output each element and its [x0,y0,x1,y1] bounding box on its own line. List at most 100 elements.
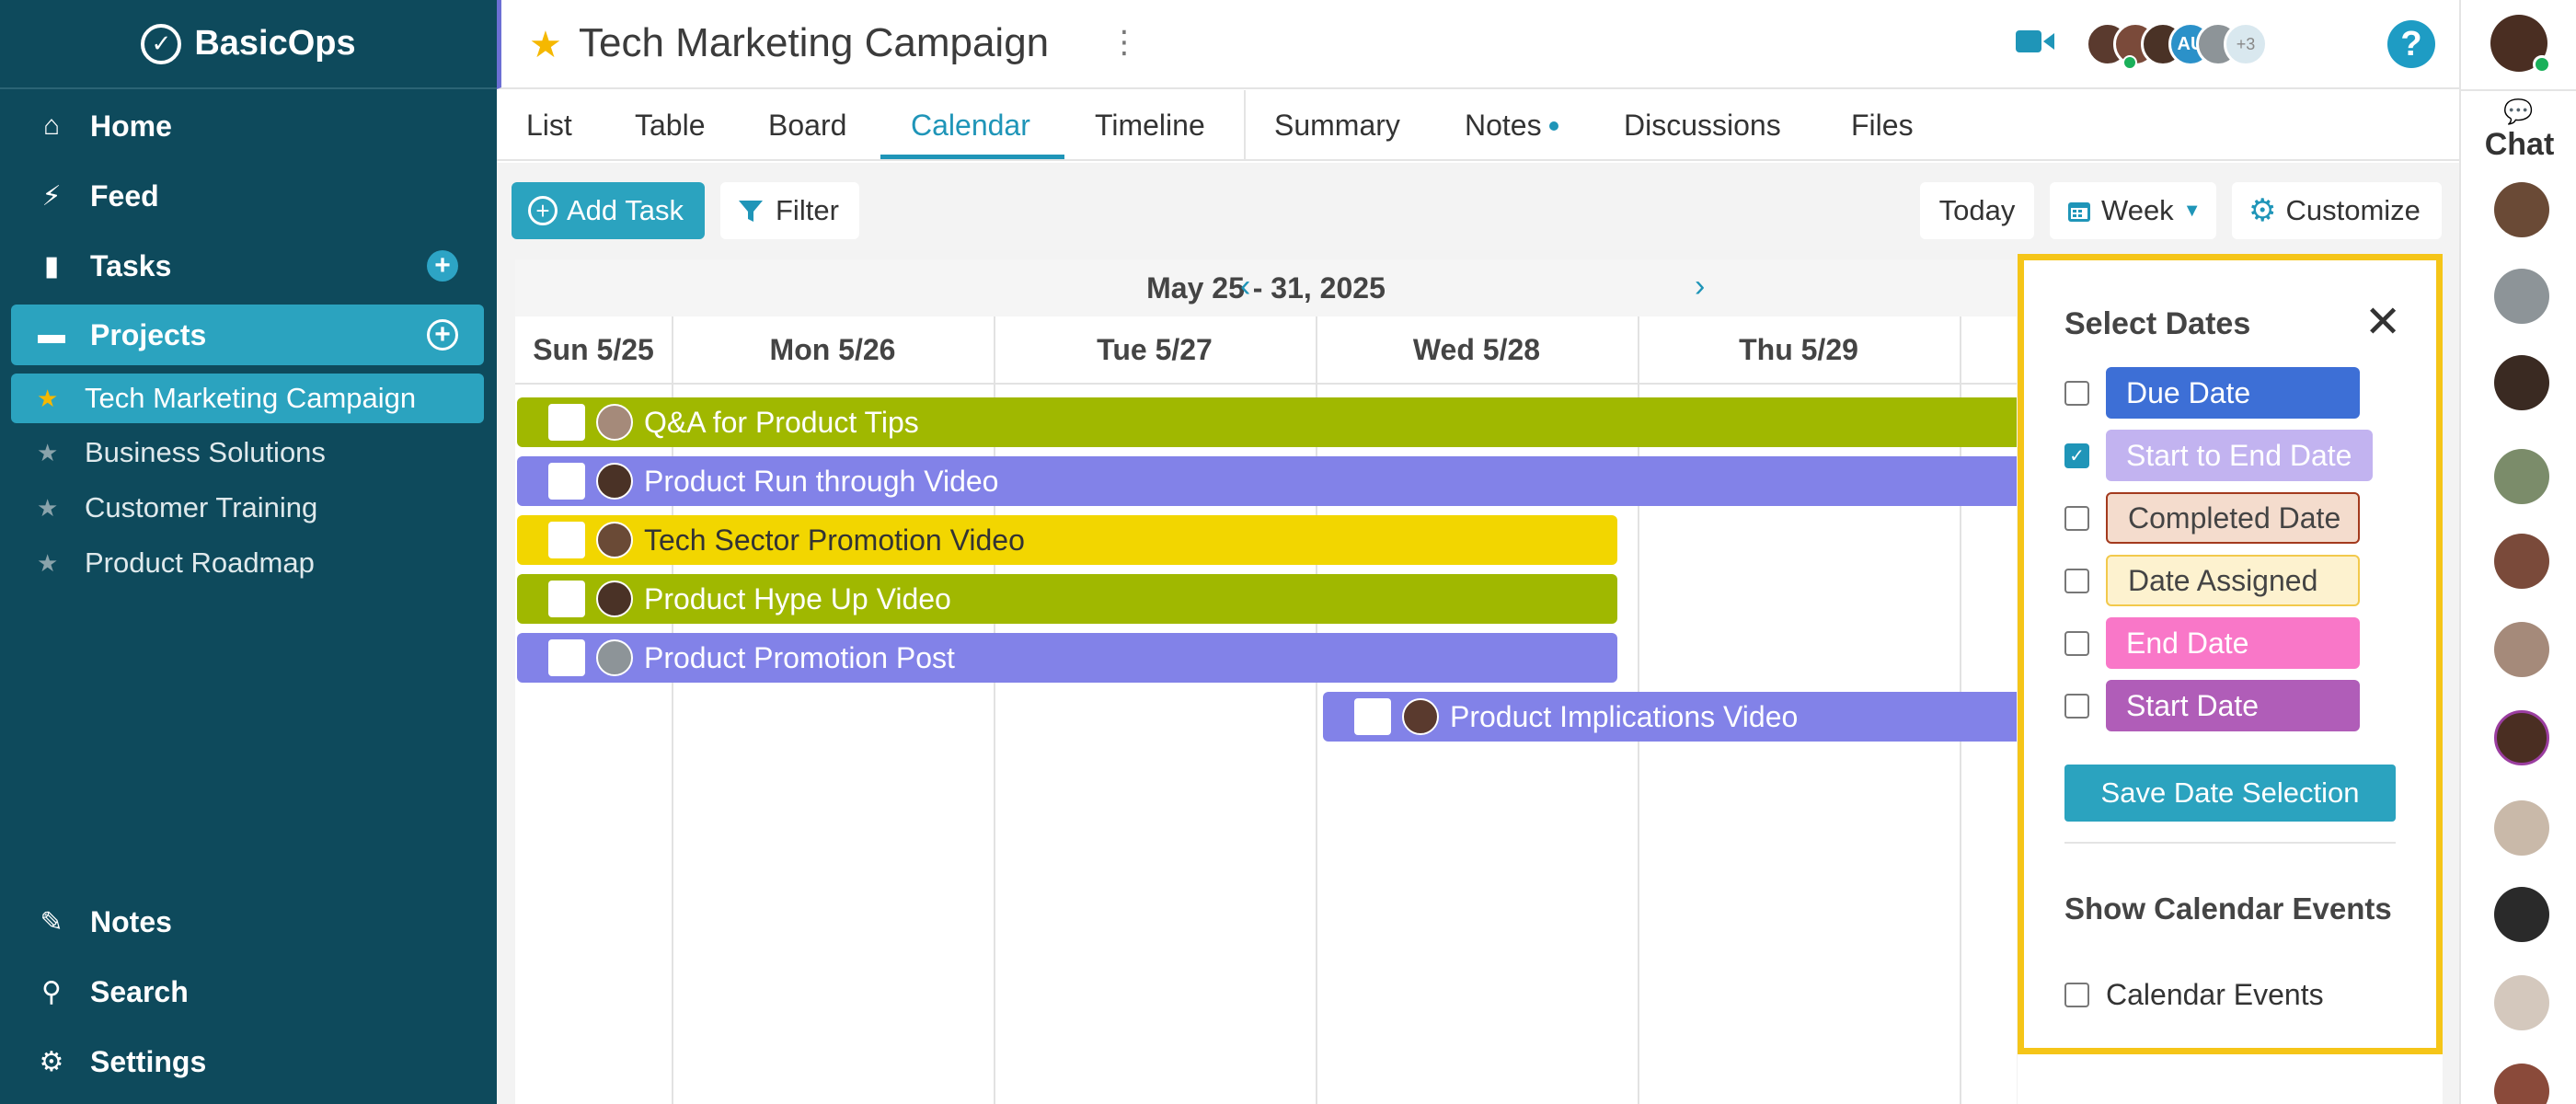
date-option-checkbox[interactable] [2064,693,2089,719]
date-option-due-date[interactable]: Due Date [2064,367,2360,419]
nav-feed[interactable]: ⚡ Feed [11,166,484,226]
project-header: ★ Tech Marketing Campaign ⋮ AU +3 ? [497,0,2459,89]
add-task-button[interactable]: + Add Task [512,182,705,239]
task-bar[interactable]: Q&A for Product Tips [517,397,2017,447]
task-bar[interactable]: Tech Sector Promotion Video [517,515,1617,565]
add-task-label: Add Task [567,194,684,226]
chat-label[interactable]: Chat [2461,127,2576,163]
date-option-checkbox[interactable] [2064,380,2089,406]
date-chip: Completed Date [2106,492,2360,544]
project-item-product-roadmap[interactable]: ★ Product Roadmap [11,538,484,588]
nav-tasks-label: Tasks [90,248,172,282]
chat-contact-avatar[interactable] [2494,534,2549,589]
calendar-events-checkbox[interactable] [2064,983,2089,1007]
save-date-selection-button[interactable]: Save Date Selection [2064,765,2396,822]
task-bar[interactable]: Product Run through Video [517,456,2017,506]
add-task-plus-icon[interactable]: + [427,250,458,282]
nav-notes[interactable]: ✎ Notes [11,891,484,952]
view-tabs: List Table Board Calendar Timeline Summa… [497,90,2459,161]
project-label: Business Solutions [85,436,326,468]
task-checkbox[interactable] [548,639,585,676]
date-option-start-date[interactable]: Start Date [2064,680,2360,731]
date-option-checkbox[interactable] [2064,505,2089,531]
tab-list[interactable]: List [526,90,572,161]
task-checkbox[interactable] [548,581,585,617]
chat-contact-avatar[interactable] [2494,710,2549,765]
plus-circle-icon: + [528,196,558,225]
day-header: Wed 5/28 [1412,332,1541,366]
task-checkbox[interactable] [548,463,585,500]
chat-contact-avatar[interactable] [2494,975,2549,1030]
nav-settings[interactable]: ⚙ Settings [11,1031,484,1092]
tab-summary[interactable]: Summary [1274,90,1400,161]
date-option-checkbox[interactable] [2064,568,2089,593]
more-options-icon[interactable]: ⋮ [1109,24,1140,61]
star-icon[interactable]: ★ [37,494,63,523]
video-call-icon[interactable] [2016,28,2054,55]
app-logo[interactable]: ✓ BasicOps [0,0,497,89]
tab-files[interactable]: Files [1851,90,1914,161]
next-week-icon[interactable]: › [1695,269,1705,305]
task-checkbox[interactable] [1354,698,1391,735]
chat-contact-avatar[interactable] [2494,800,2549,856]
tab-discussions[interactable]: Discussions [1624,90,1781,161]
task-title: Tech Sector Promotion Video [644,523,1025,557]
filter-label: Filter [776,194,839,226]
date-option-end-date[interactable]: End Date [2064,617,2360,669]
previous-week-icon[interactable]: ‹ [1240,269,1250,305]
task-checkbox[interactable] [548,404,585,441]
tab-table[interactable]: Table [635,90,706,161]
add-project-plus-icon[interactable]: + [427,319,458,351]
popover-divider [2064,842,2396,844]
task-bar[interactable]: Product Implications Video [1323,692,2017,742]
task-bar[interactable]: Product Hype Up Video [517,574,1617,624]
nav-search[interactable]: ⚲ Search [11,961,484,1022]
star-icon[interactable]: ★ [37,439,63,467]
more-members-badge[interactable]: +3 [2224,22,2268,66]
calendar-week-view: May 25 - 31, 2025 ‹ › Sun 5/25 Mon 5/26 … [515,259,2017,1104]
chat-contact-avatar[interactable] [2494,355,2549,410]
chat-contact-avatar[interactable] [2494,622,2549,677]
date-option-completed-date[interactable]: Completed Date [2064,492,2360,544]
nav-projects-label: Projects [90,317,207,351]
customize-button[interactable]: ⚙ Customize [2232,182,2442,239]
star-icon[interactable]: ★ [37,385,63,413]
nav-projects[interactable]: ▬ Projects + [11,305,484,365]
project-item-customer-training[interactable]: ★ Customer Training [11,483,484,533]
filter-button[interactable]: Filter [720,182,859,239]
date-option-checkbox[interactable] [2064,630,2089,656]
help-icon[interactable]: ? [2387,20,2435,68]
project-item-tech-marketing-campaign[interactable]: ★ Tech Marketing Campaign [11,374,484,423]
date-option-start-to-end-date[interactable]: ✓ Start to End Date [2064,430,2373,481]
chat-contact-avatar[interactable] [2494,449,2549,504]
calendar-events-option[interactable]: Calendar Events [2064,978,2324,1012]
date-option-checkbox[interactable]: ✓ [2064,443,2089,468]
week-label: Week [2101,194,2174,226]
project-label: Tech Marketing Campaign [85,382,417,414]
tab-calendar[interactable]: Calendar [911,90,1030,161]
close-icon[interactable]: ✕ [2364,301,2401,345]
chat-icon[interactable]: 💬 [2503,98,2533,126]
task-bar[interactable]: Product Promotion Post [517,633,1617,683]
chat-contact-avatar[interactable] [2494,182,2549,237]
nav-tasks[interactable]: ▮ Tasks + [11,236,484,296]
day-header: Mon 5/26 [769,332,896,366]
project-item-business-solutions[interactable]: ★ Business Solutions [11,428,484,477]
chat-contact-avatar[interactable] [2494,887,2549,942]
task-checkbox[interactable] [548,522,585,558]
chat-contact-avatar[interactable] [2494,269,2549,324]
nav-home[interactable]: ⌂ Home [11,96,484,156]
today-button[interactable]: Today [1920,182,2034,239]
tab-timeline[interactable]: Timeline [1095,90,1205,161]
tab-notes[interactable]: Notes [1465,90,1558,161]
favorite-star-icon[interactable]: ★ [529,24,562,66]
task-title: Product Promotion Post [644,640,955,674]
star-icon[interactable]: ★ [37,549,63,578]
active-tab-indicator [880,155,1064,159]
tab-board[interactable]: Board [768,90,846,161]
date-option-date-assigned[interactable]: Date Assigned [2064,555,2360,606]
week-view-select[interactable]: Week ▼ [2050,182,2216,239]
task-title: Product Run through Video [644,464,999,498]
filter-icon [739,201,763,222]
chat-contact-avatar[interactable] [2494,1064,2549,1104]
